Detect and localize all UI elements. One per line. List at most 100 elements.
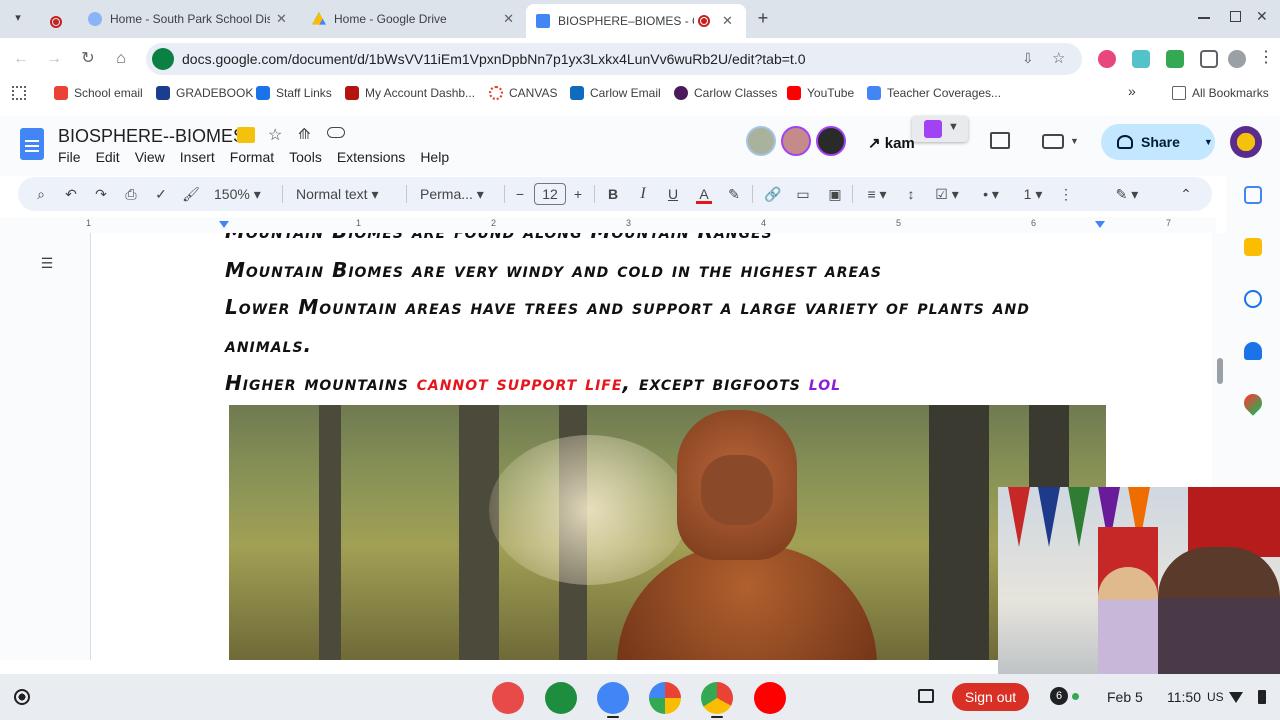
chrome-menu-icon[interactable]: ⋮	[1258, 47, 1274, 67]
apps-grid-icon[interactable]	[12, 86, 26, 100]
numbered-list-icon[interactable]: 1 ▾	[1016, 184, 1050, 204]
extension-icon-green[interactable]	[1166, 50, 1184, 68]
tab-search-button[interactable]: ▾	[10, 11, 26, 27]
collaborator-avatar-3[interactable]	[816, 126, 846, 156]
collapse-menus-icon[interactable]: ⌃	[1178, 184, 1194, 204]
print-icon[interactable]: ⎙	[122, 184, 140, 204]
back-button[interactable]: ←	[10, 48, 32, 70]
font-size-input[interactable]: 12	[534, 183, 566, 205]
extension-icon-link[interactable]	[1132, 50, 1150, 68]
menu-help[interactable]: Help	[420, 149, 449, 165]
close-icon[interactable]: ✕	[722, 13, 733, 29]
all-bookmarks[interactable]: All Bookmarks	[1172, 86, 1269, 100]
reload-button[interactable]: ↻	[77, 48, 99, 70]
document-outline-icon[interactable]: ☰	[34, 255, 60, 277]
new-tab-button[interactable]: +	[754, 8, 772, 28]
line-spacing-icon[interactable]: ↕	[902, 184, 920, 204]
contacts-icon[interactable]	[1244, 342, 1262, 360]
site-info-icon[interactable]	[152, 48, 174, 70]
bookmark-canvas[interactable]: CANVAS	[489, 86, 557, 100]
google-docs-icon[interactable]	[597, 682, 629, 714]
search-icon[interactable]: ⌕	[32, 184, 50, 204]
screen-capture-icon[interactable]	[918, 689, 934, 703]
collaborator-avatar-2[interactable]	[781, 126, 811, 156]
paragraph-style-select[interactable]: Normal text ▾	[296, 184, 396, 204]
bold-button[interactable]: B	[605, 184, 621, 204]
doc-line[interactable]: Mountain Biomes are found along Mountain…	[225, 233, 773, 243]
doc-line[interactable]: animals.	[225, 333, 312, 357]
close-icon[interactable]: ✕	[503, 11, 514, 27]
spellcheck-icon[interactable]: ✓	[152, 184, 170, 204]
bookmark-carlow-email[interactable]: Carlow Email	[570, 86, 661, 100]
collaborator-avatar-1[interactable]	[746, 126, 776, 156]
kami-button[interactable]: ↗ kam	[868, 134, 915, 152]
wifi-icon[interactable]	[1229, 692, 1243, 703]
maximize-button[interactable]	[1230, 11, 1241, 22]
battery-icon[interactable]	[1258, 690, 1266, 704]
undo-icon[interactable]: ↶	[62, 184, 80, 204]
doc-line[interactable]: Lower Mountain areas have trees and supp…	[225, 295, 1030, 319]
close-icon[interactable]: ✕	[276, 11, 287, 27]
cloud-status-icon[interactable]	[327, 127, 345, 138]
bookmark-school-email[interactable]: School email	[54, 86, 143, 100]
sign-out-button[interactable]: Sign out	[952, 683, 1029, 711]
recording-tab-indicator[interactable]	[50, 12, 62, 30]
chevron-down-icon[interactable]: ▼	[1070, 136, 1079, 146]
doc-line[interactable]: Mountain Biomes are very windy and cold …	[225, 258, 882, 282]
menu-format[interactable]: Format	[230, 149, 274, 165]
minimize-button[interactable]	[1198, 17, 1210, 19]
ruler[interactable]: 1 1 2 3 4 5 6 7	[0, 217, 1216, 233]
menu-extensions[interactable]: Extensions	[337, 149, 405, 165]
keep-icon[interactable]	[1244, 238, 1262, 256]
forward-button[interactable]: →	[43, 48, 65, 70]
extensions-puzzle-icon[interactable]	[1200, 50, 1218, 68]
account-avatar[interactable]	[1230, 126, 1262, 158]
locale-text[interactable]: US	[1207, 690, 1224, 704]
font-select[interactable]: Perma... ▾	[420, 184, 496, 204]
bookmark-teacher-coverages[interactable]: Teacher Coverages...	[867, 86, 1001, 100]
decrease-font-size-button[interactable]: −	[512, 184, 528, 204]
menu-view[interactable]: View	[135, 149, 165, 165]
bookmark-gradebook[interactable]: GRADEBOOK	[156, 86, 253, 100]
text-color-button[interactable]: A	[696, 184, 712, 204]
bookmarks-overflow[interactable]: »	[1128, 83, 1136, 99]
url-text[interactable]: docs.google.com/document/d/1bWsVV11iEm1V…	[182, 51, 806, 67]
highlight-icon[interactable]: ✎	[726, 184, 742, 204]
notification-badge[interactable]: 6	[1050, 687, 1068, 705]
left-indent-marker[interactable]	[219, 221, 229, 228]
zoom-select[interactable]: 150% ▾	[214, 184, 274, 204]
checklist-icon[interactable]: ☑ ▾	[930, 184, 964, 204]
menu-insert[interactable]: Insert	[180, 149, 215, 165]
menu-file[interactable]: File	[58, 149, 81, 165]
launcher-icon[interactable]	[14, 689, 30, 705]
bookmark-carlow-classes[interactable]: Carlow Classes	[674, 86, 777, 100]
install-icon[interactable]: ⇩	[1022, 50, 1034, 67]
redo-icon[interactable]: ↷	[92, 184, 110, 204]
comment-icon[interactable]	[990, 132, 1010, 149]
kami-badge-icon[interactable]	[237, 127, 255, 143]
right-indent-marker[interactable]	[1095, 221, 1105, 228]
calendar-icon[interactable]	[1244, 186, 1262, 204]
document-title[interactable]: BIOSPHERE--BIOMES	[58, 126, 245, 147]
insert-image-icon[interactable]: ▣	[826, 184, 844, 204]
close-window-button[interactable]: ✕	[1256, 8, 1268, 25]
google-classroom-icon[interactable]	[545, 682, 577, 714]
extension-icon-pink[interactable]	[1098, 50, 1116, 68]
menu-edit[interactable]: Edit	[96, 149, 120, 165]
omnibox[interactable]: docs.google.com/document/d/1bWsVV11iEm1V…	[146, 43, 1082, 75]
menu-tools[interactable]: Tools	[289, 149, 322, 165]
doc-line[interactable]: Higher mountains cannot support life, ex…	[225, 371, 841, 395]
youtube-icon[interactable]	[754, 682, 786, 714]
tab-biosphere-biomes[interactable]: BIOSPHERE–BIOMES - Goo ✕	[526, 4, 746, 38]
tab-south-park[interactable]: Home - South Park School Dist ✕	[78, 4, 300, 34]
meet-icon[interactable]	[1042, 134, 1064, 149]
increase-font-size-button[interactable]: +	[570, 184, 586, 204]
chrome-icon[interactable]	[701, 682, 733, 714]
align-left-icon[interactable]: ≡ ▾	[862, 184, 892, 204]
time-text[interactable]: 11:50	[1167, 689, 1201, 705]
chevron-down-icon[interactable]: ▼	[1204, 137, 1213, 147]
link-icon[interactable]: 🔗	[764, 184, 782, 204]
screencastify-icon[interactable]	[492, 682, 524, 714]
bookmark-youtube[interactable]: YouTube	[787, 86, 854, 100]
share-button[interactable]: Share ▼	[1101, 124, 1215, 160]
